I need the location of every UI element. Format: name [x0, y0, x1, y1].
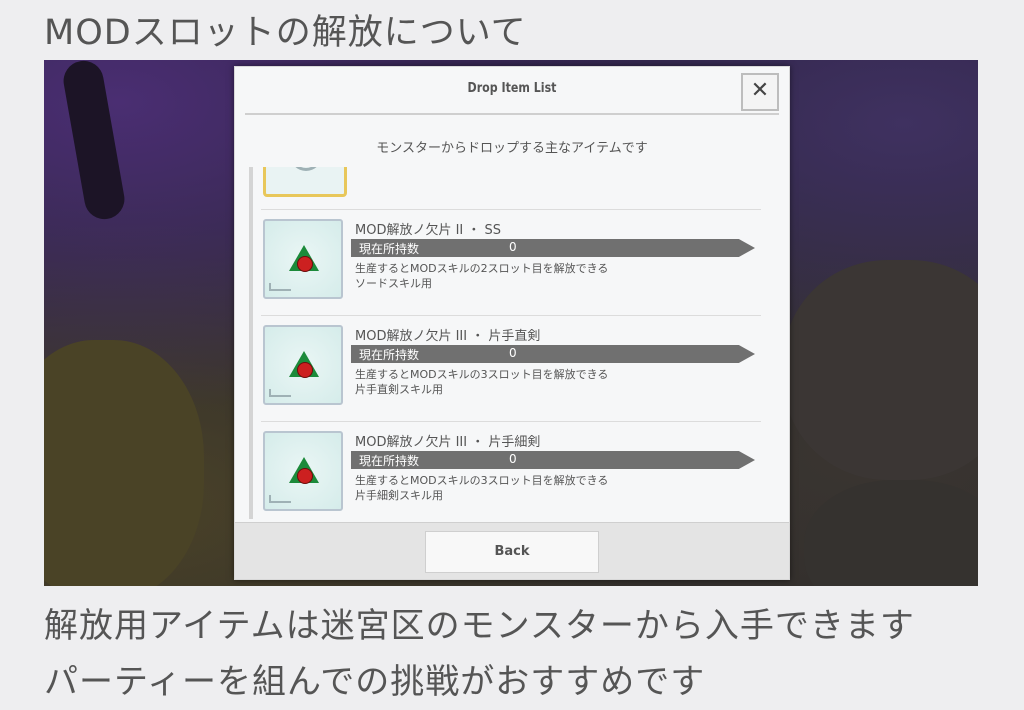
item-name: MOD解放ノ欠片 III ・ 片手直剣 — [355, 329, 541, 344]
mod-fragment-icon — [263, 431, 343, 511]
item-description: 生産するとMODスキルの3スロット目を解放できる 片手直剣スキル用 — [355, 367, 608, 397]
background-rock — [44, 340, 204, 586]
desc-line: ソードスキル用 — [355, 277, 432, 290]
drop-item-dialog: Drop Item List ✕ モンスターからドロップする主なアイテムです M… — [234, 66, 790, 580]
count-value: 0 — [509, 346, 517, 360]
item-icon-partial — [263, 167, 347, 197]
mod-fragment-icon — [263, 325, 343, 405]
owned-count-bar: 現在所持数 0 — [351, 345, 755, 363]
list-item[interactable]: MOD解放ノ欠片 III ・ 片手直剣 現在所持数 0 生産するとMODスキルの… — [263, 325, 763, 415]
owned-count-bar: 現在所持数 0 — [351, 451, 755, 469]
item-name: MOD解放ノ欠片 III ・ 片手細剣 — [355, 435, 541, 450]
background-rock — [804, 480, 978, 586]
background-rock — [784, 260, 978, 480]
mod-fragment-icon — [263, 219, 343, 299]
desc-line: 生産するとMODスキルの3スロット目を解放できる — [355, 368, 609, 381]
list-item[interactable]: MOD解放ノ欠片 II ・ SS 現在所持数 0 生産するとMODスキルの2スロ… — [263, 219, 763, 309]
desc-line: 片手直剣スキル用 — [355, 383, 443, 396]
dialog-footer: Back — [235, 522, 789, 579]
dialog-title: Drop Item List — [467, 81, 557, 96]
caption-line-1: 解放用アイテムは迷宮区のモンスターから入手できます — [44, 606, 915, 646]
title-divider — [245, 113, 779, 115]
dialog-subtitle: モンスターからドロップする主なアイテムです — [376, 141, 648, 156]
scrollbar[interactable] — [249, 167, 253, 519]
game-screenshot: Drop Item List ✕ モンスターからドロップする主なアイテムです M… — [44, 60, 978, 586]
desc-line: 生産するとMODスキルの3スロット目を解放できる — [355, 474, 609, 487]
desc-line: 片手細剣スキル用 — [355, 489, 443, 502]
count-value: 0 — [509, 240, 517, 254]
list-item[interactable]: MOD解放ノ欠片 III ・ 片手細剣 現在所持数 0 生産するとMODスキルの… — [263, 431, 763, 521]
count-label: 現在所持数 — [359, 242, 420, 256]
item-name: MOD解放ノ欠片 II ・ SS — [355, 223, 502, 238]
back-button[interactable]: Back — [425, 531, 599, 573]
background-tree — [60, 60, 128, 223]
row-divider — [261, 315, 761, 316]
row-divider — [261, 209, 761, 210]
count-label: 現在所持数 — [359, 454, 420, 468]
item-description: 生産するとMODスキルの3スロット目を解放できる 片手細剣スキル用 — [355, 473, 608, 503]
article-heading: MODスロットの解放について — [44, 13, 527, 53]
row-divider — [261, 421, 761, 422]
item-list[interactable]: MOD解放ノ欠片 II ・ SS 現在所持数 0 生産するとMODスキルの2スロ… — [245, 167, 769, 521]
caption-line-2: パーティーを組んでの挑戦がおすすめです — [44, 662, 706, 702]
close-button[interactable]: ✕ — [741, 73, 779, 111]
owned-count-bar: 現在所持数 0 — [351, 239, 755, 257]
count-label: 現在所持数 — [359, 348, 420, 362]
desc-line: 生産するとMODスキルの2スロット目を解放できる — [355, 262, 609, 275]
item-description: 生産するとMODスキルの2スロット目を解放できる ソードスキル用 — [355, 261, 608, 291]
count-value: 0 — [509, 452, 517, 466]
